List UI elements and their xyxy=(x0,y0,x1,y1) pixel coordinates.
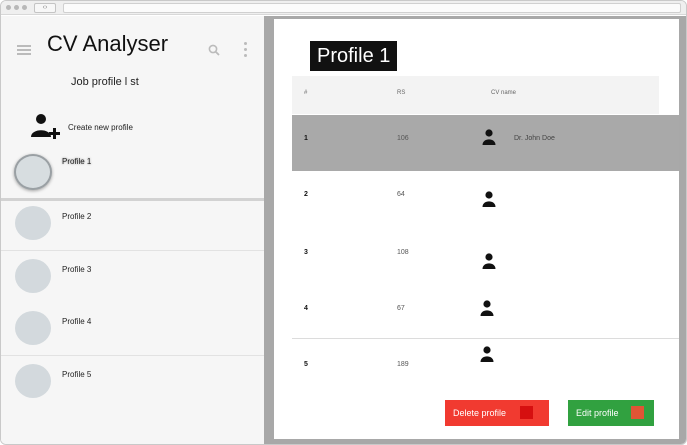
avatar xyxy=(15,206,51,240)
profile-name: Profile 3 xyxy=(62,265,92,274)
person-icon xyxy=(482,191,496,207)
window-dot-icon[interactable] xyxy=(6,5,11,10)
score-cell: 189 xyxy=(397,361,409,368)
hamburger-menu-icon[interactable] xyxy=(17,45,31,55)
address-bar[interactable] xyxy=(63,3,681,13)
person-icon xyxy=(482,253,496,269)
column-header-score[interactable]: RS xyxy=(397,90,405,96)
edit-profile-button[interactable]: Edit profile xyxy=(568,400,654,426)
score-cell: 64 xyxy=(397,191,405,198)
table-row[interactable]: 3 108 xyxy=(292,229,679,285)
delete-profile-label: Delete profile xyxy=(453,408,507,418)
table-header: # RS CV name xyxy=(292,76,659,114)
rank-cell: 5 xyxy=(304,361,308,368)
person-icon xyxy=(482,129,496,145)
back-forward-icon[interactable]: ‹› xyxy=(34,3,56,13)
edit-icon xyxy=(631,406,644,419)
profile-list-item[interactable]: Profile 1 xyxy=(1,149,264,201)
search-icon[interactable] xyxy=(208,44,220,56)
person-icon xyxy=(480,300,494,316)
cv-name-cell: Dr. John Doe xyxy=(514,135,555,142)
edit-profile-label: Edit profile xyxy=(576,408,619,418)
profile-name: Profile 1 xyxy=(62,157,92,166)
profile-name: Profile 5 xyxy=(62,370,92,379)
rank-cell: 1 xyxy=(304,135,308,142)
sidebar: CV Analyser Job profile l st Create new … xyxy=(1,16,264,444)
table-row[interactable]: 4 67 xyxy=(292,283,679,339)
detail-panel: Profile 1 # RS CV name 1 106 Dr. John Do… xyxy=(264,16,686,444)
delete-icon xyxy=(520,406,533,419)
create-profile-button[interactable]: Create new profile xyxy=(29,113,229,143)
delete-profile-button[interactable]: Delete profile xyxy=(445,400,549,426)
more-vert-icon[interactable] xyxy=(244,42,248,58)
table-row[interactable]: 5 189 xyxy=(292,340,679,396)
rank-cell: 2 xyxy=(304,191,308,198)
rank-cell: 3 xyxy=(304,249,308,256)
create-profile-label: Create new profile xyxy=(68,123,133,132)
app-title: CV Analyser xyxy=(47,31,169,56)
score-cell: 67 xyxy=(397,305,405,312)
column-header-cv-name[interactable]: CV name xyxy=(491,90,516,96)
profile-card: Profile 1 # RS CV name 1 106 Dr. John Do… xyxy=(274,19,679,439)
profile-name: Profile 4 xyxy=(62,317,92,326)
window-dot-icon[interactable] xyxy=(14,5,19,10)
app-window: ‹› CV Analyser Job profile l st Create n… xyxy=(0,0,687,445)
add-person-icon xyxy=(31,114,60,139)
person-icon xyxy=(480,346,494,362)
table-row[interactable]: 1 106 Dr. John Doe xyxy=(292,115,679,171)
profile-list-item[interactable]: Profile 5 xyxy=(1,357,264,409)
profile-list-heading: Job profile l st xyxy=(71,76,139,88)
profile-title: Profile 1 xyxy=(310,41,398,71)
column-header-rank[interactable]: # xyxy=(304,90,307,96)
profile-list-item[interactable]: Profile 4 xyxy=(1,304,264,356)
profile-name: Profile 2 xyxy=(62,212,92,221)
avatar xyxy=(15,311,51,345)
profile-list-item[interactable]: Profile 3 xyxy=(1,252,264,304)
table-row[interactable]: 2 64 xyxy=(292,171,679,227)
avatar xyxy=(15,259,51,293)
rank-cell: 4 xyxy=(304,305,308,312)
score-cell: 106 xyxy=(397,135,409,142)
avatar xyxy=(14,154,52,190)
profile-list-item[interactable]: Profile 2 xyxy=(1,199,264,251)
score-cell: 108 xyxy=(397,249,409,256)
avatar xyxy=(15,364,51,398)
window-dot-icon[interactable] xyxy=(22,5,27,10)
browser-chrome: ‹› xyxy=(1,1,686,15)
